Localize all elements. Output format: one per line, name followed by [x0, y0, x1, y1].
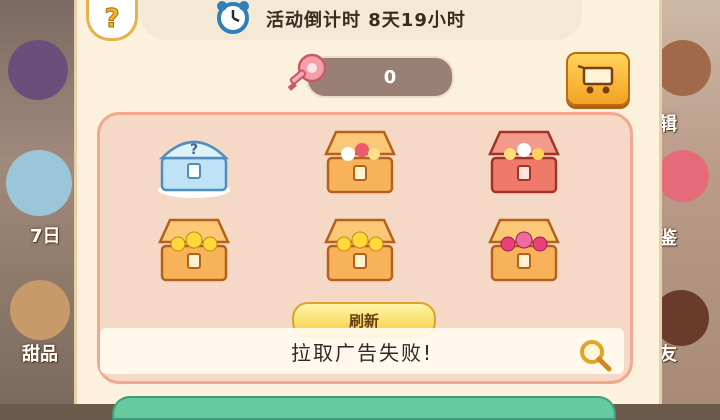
right-decoration	[657, 150, 709, 202]
left-decoration	[10, 280, 70, 340]
key-count: 0	[383, 66, 397, 88]
toast-message: 拉取广告失败!	[290, 340, 434, 365]
side-label-dessert[interactable]: 甜品	[22, 340, 58, 366]
shopping-cart-icon	[577, 64, 614, 94]
left-decoration	[8, 40, 68, 100]
alarm-clock-icon	[217, 1, 249, 34]
error-toast: 拉取广告失败!	[100, 328, 624, 374]
gem-chest-icon[interactable]	[482, 212, 566, 288]
key-icon	[287, 53, 327, 91]
countdown-text: 活动倒计时 8天19小时	[266, 10, 466, 31]
svg-text:?: ?	[190, 142, 198, 158]
shop-button[interactable]	[566, 52, 630, 106]
bottom-action-button[interactable]	[112, 396, 616, 420]
right-decoration	[655, 40, 711, 96]
magnifier-icon[interactable]	[578, 338, 612, 372]
gold-chest-icon[interactable]	[318, 212, 402, 288]
gold-chest-icon[interactable]	[152, 212, 236, 288]
candy-chest-icon[interactable]	[318, 124, 402, 200]
side-label-7day[interactable]: 7日	[30, 222, 61, 248]
question-mark-icon: ?	[104, 4, 120, 35]
candy-chest-icon[interactable]	[482, 124, 566, 200]
mystery-chest-icon[interactable]: ?	[152, 124, 236, 200]
left-decoration	[6, 150, 72, 216]
